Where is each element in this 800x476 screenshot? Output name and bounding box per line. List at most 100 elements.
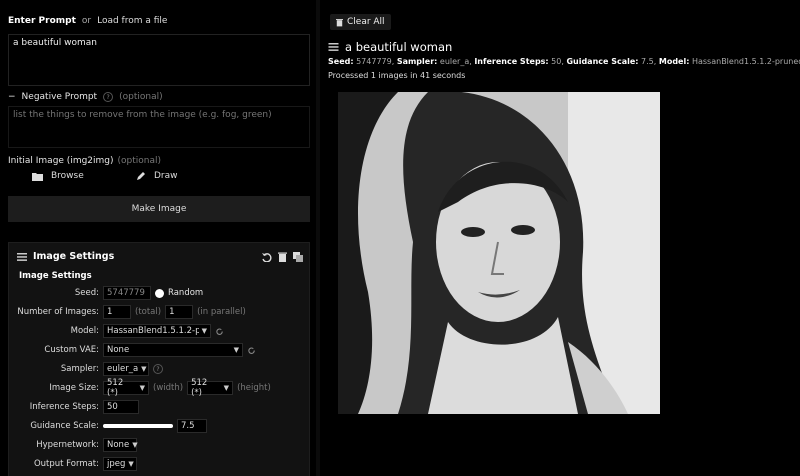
sampler-field: Sampler: euler_a ▼ ? [9,362,309,376]
guidance-field: Guidance Scale: 7.5 [9,419,309,433]
random-seed-label: Random [168,288,204,298]
sampler-value: euler_a [107,364,139,374]
help-icon[interactable]: ? [103,92,114,102]
seed-label: Seed: [74,288,99,298]
pencil-icon [137,172,145,180]
meta-steps-val: 50, [551,57,564,66]
meta-model-key: Model: [658,57,690,66]
chevron-down-icon: ▼ [132,441,138,449]
guidance-slider[interactable] [103,424,173,428]
hypernetwork-value: None [107,440,130,450]
seed-input[interactable]: 5747779 [103,286,151,300]
refresh-icon[interactable] [247,346,256,355]
browse-button[interactable]: Browse [32,171,84,181]
random-seed-checkbox[interactable] [155,288,164,298]
prompt-label: Enter Prompt [8,16,76,26]
menu-icon[interactable] [17,252,27,261]
num-images-connector: (total) [135,307,162,317]
copy-icon[interactable] [293,251,303,262]
model-select[interactable]: HassanBlend1.5.1.2-pruned ▼ [103,324,211,338]
sampler-select[interactable]: euler_a ▼ [103,362,149,376]
steps-input[interactable]: 50 [103,400,139,414]
meta-seed-val: 5747779, [356,57,395,66]
height-select[interactable]: 512 (*) ▼ [187,378,234,398]
image-settings-panel: Image Settings Image Settings Seed: 5747… [8,242,310,476]
num-images-label: Number of Images: [17,307,99,317]
results-panel: Clear All a beautiful woman Seed: 574777… [320,0,800,476]
output-format-value: jpeg [107,459,126,469]
hypernetwork-label: Hypernetwork: [36,440,99,450]
negative-prompt-input[interactable] [8,106,310,148]
result-header: a beautiful woman [328,40,452,54]
model-field: Model: HassanBlend1.5.1.2-pruned ▼ [9,324,309,338]
output-format-field: Output Format: jpeg ▼ [9,457,309,471]
height-suffix: (height) [237,383,271,393]
width-value: 512 (*) [107,378,124,398]
chevron-down-icon: ▼ [201,327,207,335]
result-meta: Seed: 5747779, Sampler: euler_a, Inferen… [328,57,800,66]
load-from-file-link[interactable]: Load from a file [97,16,167,26]
meta-sampler-val: euler_a, [439,57,472,66]
make-image-button[interactable]: Make Image [8,196,310,222]
width-connector: (width) [153,383,184,393]
steps-field: Inference Steps: 50 [9,400,309,414]
trash-icon [336,18,343,26]
processing-time: Processed 1 images in 41 seconds [328,71,466,80]
seed-field: Seed: 5747779 Random [9,286,309,300]
batch-size-input[interactable]: 1 [165,305,194,319]
negative-optional-label: (optional) [119,92,163,102]
left-panel: Enter Prompt or Load from a file − Negat… [0,0,316,476]
menu-icon[interactable] [328,43,339,51]
collapse-toggle-icon[interactable]: − [8,92,16,102]
vae-field: Custom VAE: None ▼ [9,343,309,357]
draw-button[interactable]: Draw [136,171,178,181]
vae-value: None [107,345,130,355]
hypernetwork-select[interactable]: None ▼ [103,438,138,452]
generated-image[interactable] [338,92,660,414]
hypernetwork-field: Hypernetwork: None ▼ [9,438,309,452]
guidance-input[interactable]: 7.5 [177,419,207,433]
panel-tools [262,251,303,262]
chevron-down-icon: ▼ [141,365,147,373]
vae-label: Custom VAE: [44,345,99,355]
chevron-down-icon: ▼ [223,384,230,392]
initial-image-label: Initial Image (img2img) [8,156,114,166]
output-format-label: Output Format: [33,459,99,469]
clear-all-button[interactable]: Clear All [330,14,391,30]
generated-image-art [338,92,660,414]
meta-guidance-val: 7.5, [641,57,657,66]
sampler-label: Sampler: [60,364,99,374]
vae-select[interactable]: None ▼ [103,343,243,357]
meta-sampler-key: Sampler: [396,57,438,66]
meta-model-val: HassanBlend1.5.1.2-pruned [691,57,800,66]
model-label: Model: [70,326,99,336]
initial-image-optional: (optional) [117,156,162,166]
prompt-input[interactable] [8,34,310,86]
result-title: a beautiful woman [345,40,453,54]
height-value: 512 (*) [191,378,208,398]
refresh-icon[interactable] [215,327,224,336]
meta-guidance-key: Guidance Scale: [566,57,639,66]
steps-label: Inference Steps: [29,402,99,412]
negative-prompt-header[interactable]: − Negative Prompt ? (optional) [8,92,163,102]
image-size-field: Image Size: 512 (*) ▼ (width) 512 (*) ▼ … [9,378,309,398]
batch-size-suffix: (in parallel) [197,307,246,317]
trash-icon[interactable] [278,252,287,262]
guidance-label: Guidance Scale: [30,421,99,431]
num-images-input[interactable]: 1 [103,305,131,319]
output-format-select[interactable]: jpeg ▼ [103,457,137,471]
width-select[interactable]: 512 (*) ▼ [103,378,149,398]
settings-subtitle: Image Settings [19,271,92,281]
chevron-down-icon: ▼ [139,384,145,392]
help-icon[interactable]: ? [153,364,163,374]
image-size-label: Image Size: [49,383,99,393]
undo-icon[interactable] [262,252,272,262]
clear-all-label: Clear All [347,17,385,27]
prompt-header: Enter Prompt or Load from a file [8,16,167,26]
prompt-or-text: or [81,16,92,26]
model-value: HassanBlend1.5.1.2-pruned [107,326,199,336]
negative-prompt-label: Negative Prompt [21,92,98,102]
meta-steps-key: Inference Steps: [474,57,549,66]
panel-title: Image Settings [33,251,115,262]
num-images-field: Number of Images: 1 (total) 1 (in parall… [9,305,309,319]
